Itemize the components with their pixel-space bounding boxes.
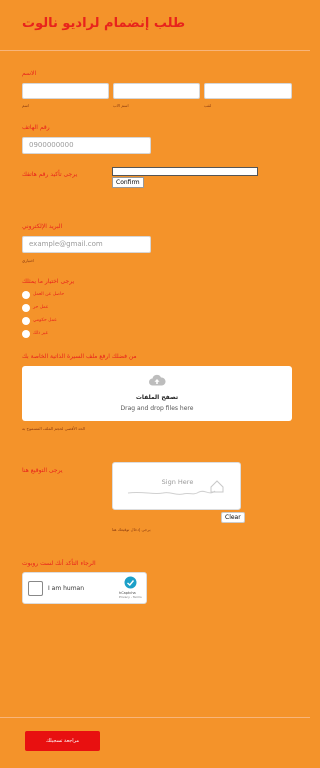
hcaptcha-logo-icon: [124, 576, 137, 589]
clear-signature-button[interactable]: Clear: [221, 512, 245, 523]
captcha-text: I am human: [48, 585, 85, 592]
confirm-phone-input[interactable]: [112, 167, 258, 176]
signature-label: يرجى التوقيع هنا: [22, 467, 63, 474]
status-radio-2[interactable]: [22, 304, 30, 312]
signature-pad[interactable]: Sign Here: [112, 462, 241, 510]
signature-sublabel: يرجى إدخال توقيعك هنا: [112, 527, 151, 532]
hcaptcha-links[interactable]: Privacy - Terms: [119, 595, 142, 599]
footer-divider: [0, 717, 310, 718]
father-name-sublabel: اسم الاب: [113, 103, 129, 108]
status-radio-4[interactable]: [22, 330, 30, 338]
status-option-4: غير ذلك: [33, 331, 48, 336]
status-option-1: حاصل عن العمل: [33, 292, 65, 297]
cloud-upload-icon: [149, 374, 166, 386]
first-name-input[interactable]: [22, 83, 109, 99]
phone-label: رقم الهاتف: [22, 124, 50, 131]
page-title: طلب إنضمام لراديو نالوت: [22, 16, 186, 31]
signature-scribble-icon: [127, 480, 224, 495]
name-label: الاسم: [22, 70, 37, 77]
email-sublabel: اختياري: [22, 258, 35, 263]
first-name-sublabel: اسم: [22, 103, 30, 108]
captcha-checkbox[interactable]: [28, 581, 43, 596]
status-option-3: عمل حكومي: [33, 318, 57, 323]
confirm-phone-label: يرجى تأكيد رقم هاتفك: [22, 171, 78, 178]
status-radio-1[interactable]: [22, 291, 30, 299]
status-radio-3[interactable]: [22, 317, 30, 325]
father-name-input[interactable]: [113, 83, 200, 99]
last-name-sublabel: لقب: [204, 103, 212, 108]
file-dropzone[interactable]: تصفح الملفات Drag and drop files here: [22, 366, 292, 421]
browse-files-link[interactable]: تصفح الملفات: [22, 394, 292, 401]
email-input[interactable]: example@gmail.com: [22, 236, 151, 253]
status-label: يرجى اختيار ما يمثلك: [22, 278, 75, 285]
drag-drop-hint: Drag and drop files here: [120, 405, 194, 412]
last-name-input[interactable]: [204, 83, 292, 99]
upload-sublabel: الحد الأقصى لحجم الملف المسموح به: [22, 426, 86, 431]
header-divider: [0, 50, 310, 51]
phone-input[interactable]: 0900000000: [22, 137, 151, 154]
email-label: البريد الإلكتروني: [22, 223, 63, 230]
confirm-button[interactable]: Confirm: [112, 177, 144, 188]
submit-button[interactable]: مراجعة تسجيلك: [25, 731, 100, 751]
hcaptcha-widget: I am human hCaptcha Privacy - Terms: [22, 572, 147, 604]
status-option-2: عمل حر: [33, 305, 49, 310]
upload-label: من فضلك ارفع ملف السيرة الذاتية الخاصة ب…: [22, 353, 137, 360]
captcha-label: الرجاء التأكد أنك لست روبوت: [22, 560, 96, 567]
